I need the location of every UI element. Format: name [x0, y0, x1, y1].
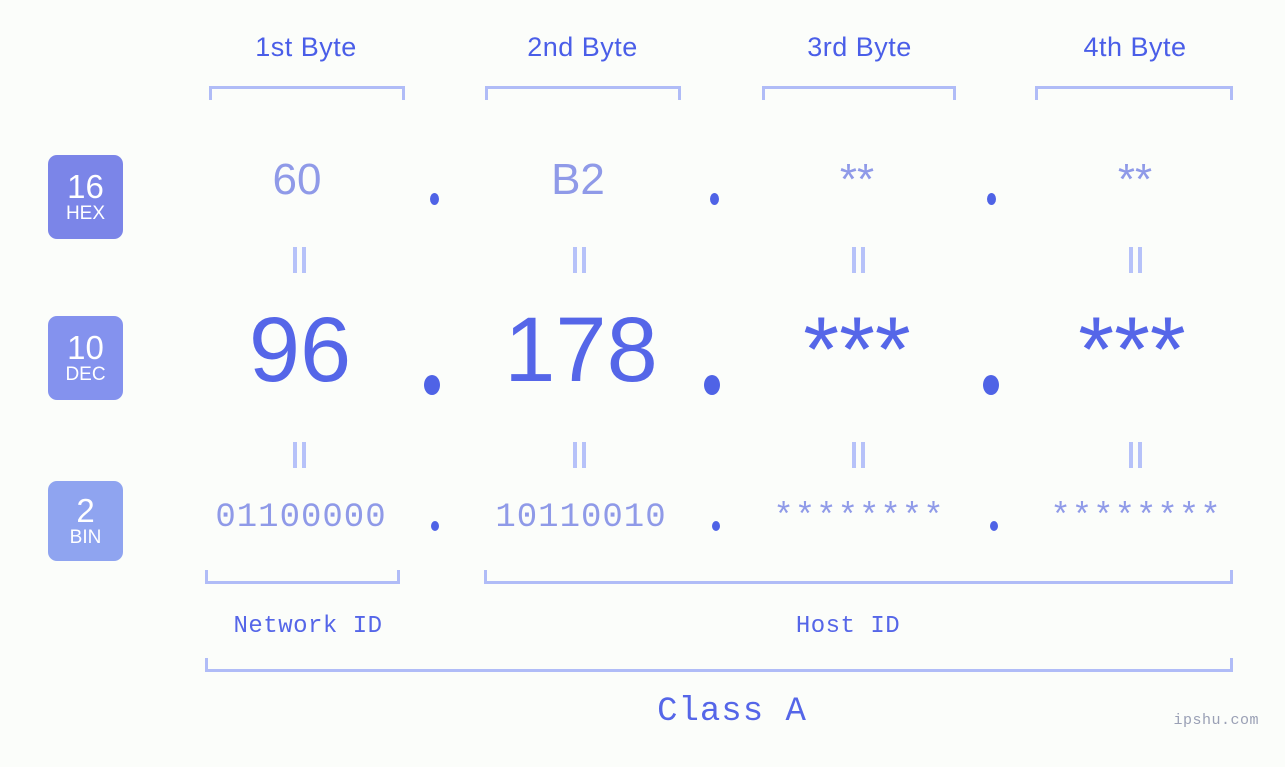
byte-bracket-2 [485, 86, 681, 100]
hex-octet-3: ** [839, 155, 875, 204]
dec-octet-4: *** [1078, 299, 1186, 401]
radix-badge-dec-name: DEC [65, 364, 106, 385]
ip-address-breakdown-diagram: 1st Byte 2nd Byte 3rd Byte 4th Byte 16 H… [0, 0, 1285, 767]
network-id-label: Network ID [233, 613, 383, 640]
equals-connector-hex-dec-3 [850, 247, 868, 273]
equals-connector-hex-dec-2 [571, 247, 589, 273]
dec-octet-3: *** [803, 299, 911, 401]
radix-badge-hex-number: 16 [67, 168, 104, 205]
hex-separator-2 [710, 193, 719, 205]
site-watermark: ipshu.com [1173, 712, 1259, 729]
bin-separator-3 [990, 521, 998, 531]
byte-header-3: 3rd Byte [807, 32, 912, 62]
equals-connector-dec-bin-1 [291, 442, 309, 468]
dec-separator-3 [983, 375, 999, 395]
radix-badge-hex: 16 HEX [48, 155, 123, 239]
bin-separator-1 [431, 521, 439, 531]
radix-badge-bin: 2 BIN [48, 481, 123, 561]
bin-octet-4: ******** [1050, 499, 1222, 537]
bin-octet-1: 01100000 [215, 499, 387, 537]
radix-badge-dec-number: 10 [67, 329, 104, 366]
byte-bracket-3 [762, 86, 956, 100]
hex-octet-1: 60 [272, 155, 322, 204]
hex-separator-1 [430, 193, 439, 205]
dec-separator-1 [424, 375, 440, 395]
bin-octet-3: ******** [773, 499, 945, 537]
class-label: Class A [657, 693, 807, 731]
class-bracket [205, 658, 1233, 672]
host-id-label: Host ID [795, 613, 901, 640]
byte-header-2: 2nd Byte [527, 32, 638, 62]
dec-octet-1: 96 [248, 299, 352, 401]
radix-badge-bin-name: BIN [69, 527, 102, 548]
equals-connector-hex-dec-4 [1127, 247, 1145, 273]
bin-separator-2 [712, 521, 720, 531]
radix-badge-bin-number: 2 [76, 492, 95, 529]
network-id-bracket [205, 570, 400, 584]
host-id-bracket [484, 570, 1233, 584]
byte-header-4: 4th Byte [1083, 32, 1187, 62]
dec-octet-2: 178 [504, 299, 658, 401]
byte-bracket-1 [209, 86, 405, 100]
hex-octet-2: B2 [551, 155, 605, 204]
radix-badge-dec: 10 DEC [48, 316, 123, 400]
bin-octet-2: 10110010 [495, 499, 667, 537]
hex-separator-3 [987, 193, 996, 205]
hex-octet-4: ** [1117, 155, 1153, 204]
byte-header-1: 1st Byte [255, 32, 357, 62]
radix-badge-hex-name: HEX [65, 203, 106, 224]
dec-separator-2 [704, 375, 720, 395]
equals-connector-dec-bin-4 [1127, 442, 1145, 468]
equals-connector-hex-dec-1 [291, 247, 309, 273]
equals-connector-dec-bin-3 [850, 442, 868, 468]
equals-connector-dec-bin-2 [571, 442, 589, 468]
byte-bracket-4 [1035, 86, 1233, 100]
